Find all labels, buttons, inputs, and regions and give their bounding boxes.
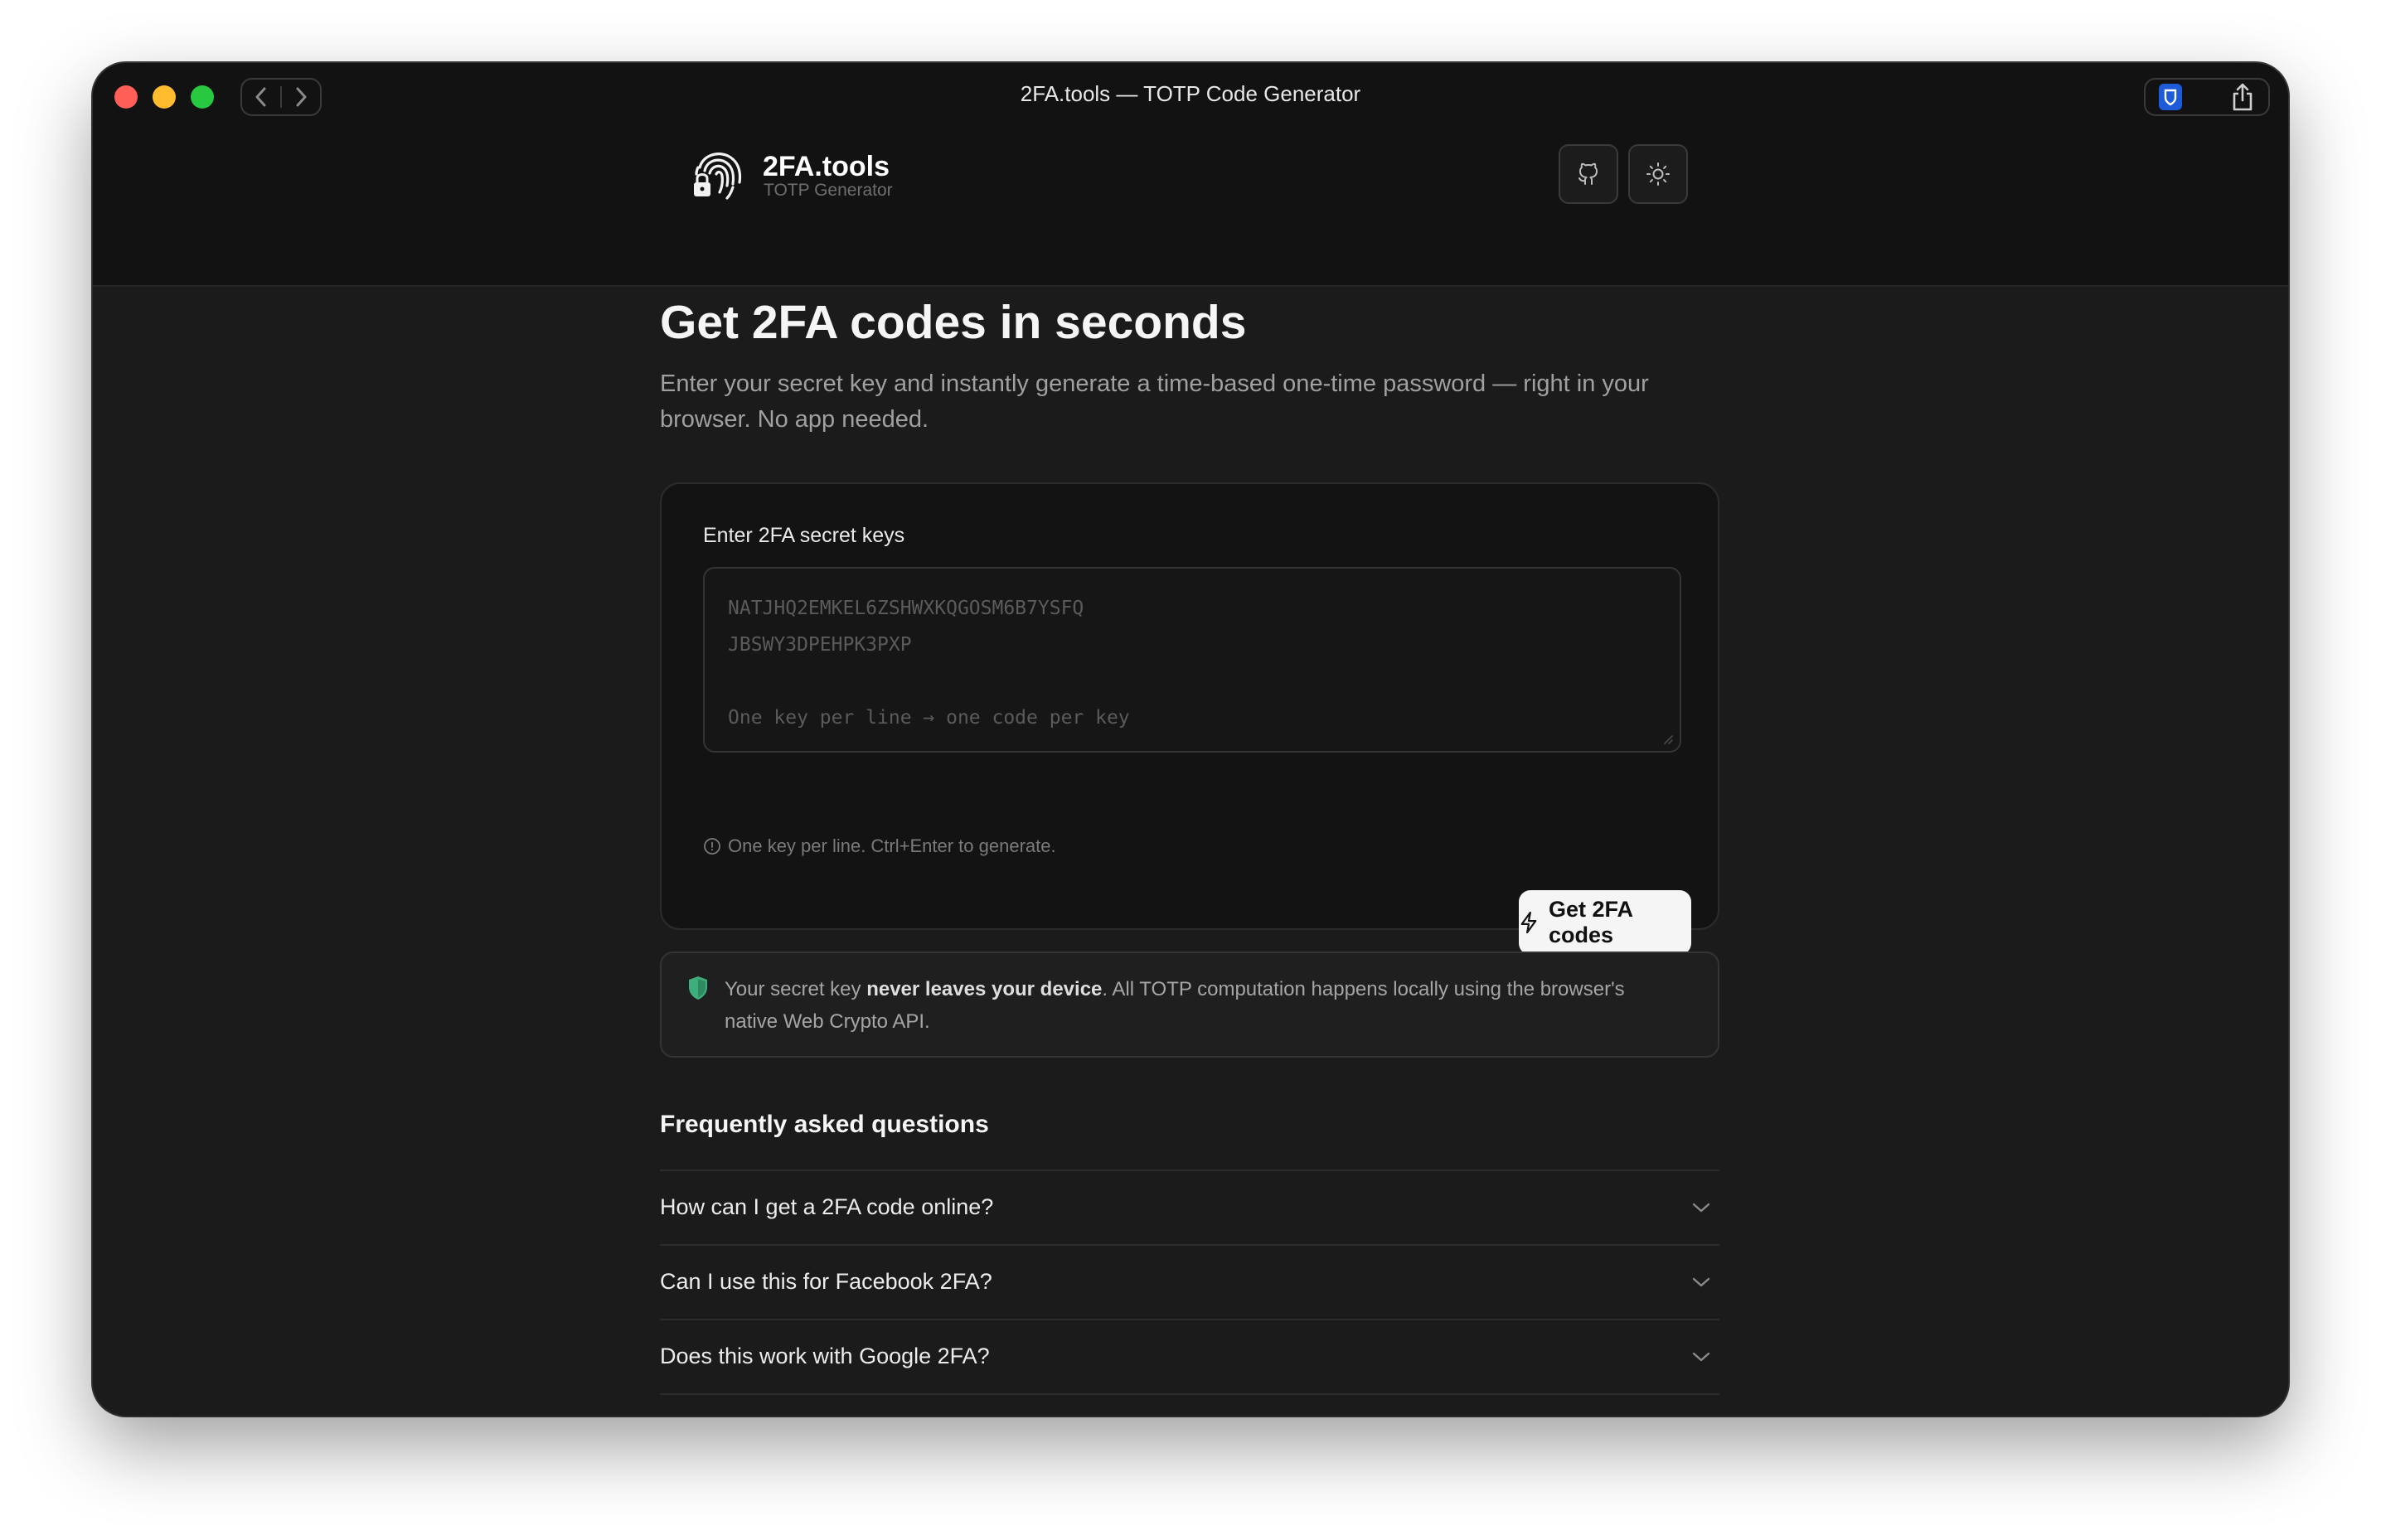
placeholder-line	[728, 663, 1656, 700]
secret-key-card: Enter 2FA secret keys NATJHQ2EMKEL6ZSHWX…	[660, 482, 1719, 955]
shield-check-icon	[689, 976, 707, 1000]
lightning-bolt-icon	[1520, 911, 1537, 934]
secret-keys-textarea[interactable]: NATJHQ2EMKEL6ZSHWXKQGOSM6B7YSFQ JBSWY3DP…	[703, 567, 1681, 753]
get-codes-label: Get 2FA codes	[1548, 897, 1632, 947]
placeholder-line: NATJHQ2EMKEL6ZSHWXKQGOSM6B7YSFQ	[728, 598, 1084, 619]
placeholder-line: JBSWY3DPEHPK3PXP	[728, 634, 912, 656]
privacy-notice: Your secret key never leaves your device…	[660, 952, 1719, 1058]
notice-emphasis: never leaves your device	[866, 978, 1103, 1000]
subtitle-line-2: browser. No app needed.	[660, 406, 929, 433]
fingerprint-lock-logo-icon[interactable]	[691, 146, 746, 201]
faq-divider	[660, 1393, 1719, 1395]
secret-keys-label: Enter 2FA secret keys	[703, 524, 905, 547]
chevron-down-icon	[1692, 1277, 1710, 1287]
faq-heading: Frequently asked questions	[660, 1111, 989, 1138]
faq-question: Can I use this for Facebook 2FA?	[660, 1269, 992, 1294]
get-codes-button[interactable]: Get 2FA codes	[1519, 890, 1691, 955]
sun-icon	[1646, 162, 1670, 186]
notice-line-2: native Web Crypto API.	[725, 1010, 930, 1033]
input-hint: One key per line. Ctrl+Enter to generate…	[703, 835, 1056, 857]
faq-question: How can I get a 2FA code online?	[660, 1194, 994, 1219]
page-title: Get 2FA codes in seconds	[660, 296, 1247, 349]
input-hint-text: One key per line. Ctrl+Enter to generate…	[728, 835, 1056, 856]
github-button[interactable]	[1559, 144, 1618, 204]
notice-suffix: . All TOTP computation happens locally u…	[1102, 978, 1625, 1000]
chevron-down-icon	[1692, 1352, 1710, 1362]
faq-item[interactable]: How can I get a 2FA code online?	[660, 1170, 1719, 1244]
privacy-notice-text: Your secret key never leaves your device…	[725, 973, 1695, 1038]
github-icon	[1578, 162, 1598, 185]
faq-item[interactable]: Does this work with Google 2FA?	[660, 1319, 1719, 1393]
info-circle-icon	[704, 838, 720, 855]
subtitle-line-1: Enter your secret key and instantly gene…	[660, 370, 1649, 397]
resize-grip-icon[interactable]	[1661, 733, 1673, 744]
faq-item[interactable]: Can I use this for Facebook 2FA?	[660, 1244, 1719, 1319]
theme-toggle-button[interactable]	[1628, 144, 1688, 204]
page-subtitle: Enter your secret key and instantly gene…	[660, 366, 1738, 438]
chevron-down-icon	[1692, 1203, 1710, 1213]
brand-tagline: TOTP Generator	[764, 181, 893, 200]
page-content: 2FA.tools TOTP Generator Get 2FA codes i…	[0, 0, 2381, 1540]
faq-question: Does this work with Google 2FA?	[660, 1344, 990, 1368]
notice-prefix: Your secret key	[725, 978, 867, 1000]
brand-name[interactable]: 2FA.tools	[763, 151, 890, 183]
placeholder-line: One key per line → one code per key	[728, 707, 1130, 729]
